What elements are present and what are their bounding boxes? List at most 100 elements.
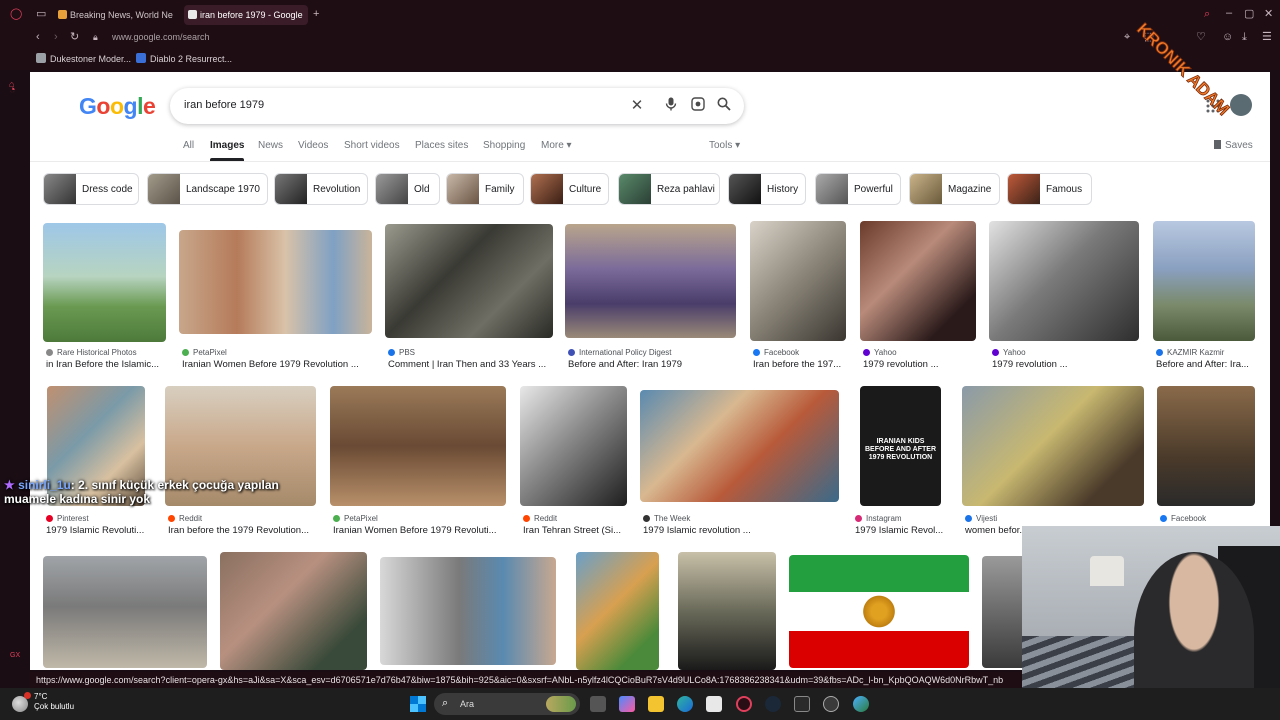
result-title[interactable]: Iranian Women Before 1979 Revoluti... — [333, 525, 506, 536]
chip-powerful[interactable]: Powerful — [815, 173, 901, 205]
edge-icon[interactable] — [677, 696, 693, 712]
tab-manager-icon[interactable]: ▭ — [36, 8, 46, 20]
google-favicon-icon — [188, 10, 197, 19]
result-title[interactable]: 1979 revolution ... — [863, 359, 976, 370]
chip-famous[interactable]: Famous — [1007, 173, 1092, 205]
chip-thumbnail — [531, 174, 563, 204]
obs-icon[interactable] — [823, 696, 839, 712]
tab-news[interactable]: News — [258, 140, 283, 151]
task-view-icon[interactable] — [590, 696, 606, 712]
image-result[interactable] — [989, 221, 1139, 341]
image-result[interactable] — [520, 386, 627, 506]
clear-icon[interactable]: ✕ — [628, 97, 646, 115]
chip-culture[interactable]: Culture — [530, 173, 609, 205]
tab-images[interactable]: Images — [210, 140, 245, 161]
image-result[interactable] — [1153, 221, 1255, 341]
file-explorer-icon[interactable] — [648, 696, 664, 712]
image-result[interactable] — [860, 221, 976, 341]
facebook-icon — [753, 349, 760, 356]
image-result[interactable] — [640, 390, 839, 502]
steam-icon[interactable] — [765, 696, 781, 712]
tab-shopping[interactable]: Shopping — [483, 140, 525, 151]
chip-family[interactable]: Family — [446, 173, 524, 205]
globe-app-icon[interactable] — [853, 696, 869, 712]
microphone-icon[interactable] — [662, 97, 680, 115]
chip-old[interactable]: Old — [375, 173, 440, 205]
source-label: PBS — [399, 348, 416, 357]
opera-logo-icon[interactable]: ◯ — [10, 8, 22, 20]
tab-news[interactable]: Breaking News, World Ne — [54, 5, 176, 25]
chip-revolution[interactable]: Revolution — [274, 173, 368, 205]
browser-sidebar: ◔ ⌂ GX — [0, 70, 30, 690]
tab-places-sites[interactable]: Places sites — [415, 140, 468, 151]
tools-button[interactable]: Tools ▾ — [709, 140, 740, 151]
result-title[interactable]: Before and After: Iran 1979 — [568, 359, 736, 370]
reload-icon[interactable]: ↻ — [70, 31, 79, 43]
opera-gx-icon[interactable] — [736, 696, 752, 712]
lion-and-sun-emblem — [859, 595, 899, 628]
image-result[interactable] — [43, 556, 207, 668]
epic-games-icon[interactable] — [794, 696, 810, 712]
result-title[interactable]: 1979 Islamic Revoluti... — [46, 525, 145, 536]
chip-reza-pahlavi[interactable]: Reza pahlavi — [618, 173, 720, 205]
lens-camera-icon[interactable] — [689, 97, 707, 115]
search-box[interactable]: iran before 1979 ✕ — [170, 88, 744, 124]
copilot-icon[interactable] — [619, 696, 635, 712]
result-title[interactable]: 1979 Islamic revolution ... — [643, 525, 839, 536]
result-title[interactable]: Iran before the 1979 Revolution... — [168, 525, 316, 536]
chip-label: Family — [485, 184, 515, 195]
star-icon: ★ — [4, 478, 19, 492]
weather-widget[interactable]: 7°C Çok bulutlu — [34, 692, 74, 712]
bookmark-dukestoner[interactable]: Dukestoner Moder... — [36, 53, 131, 64]
url-field[interactable]: www.google.com/search — [112, 32, 210, 42]
source-label: Yahoo — [874, 348, 897, 357]
tab-google-search[interactable]: iran before 1979 - Google — [184, 5, 308, 25]
image-result[interactable]: IRANIAN KIDS BEFORE AND AFTER 1979 REVOL… — [860, 386, 941, 506]
gx-control-icon[interactable]: ⌂ — [9, 78, 14, 90]
result-title[interactable]: Iranian Women Before 1979 Revolution ... — [182, 359, 372, 370]
taskbar-search[interactable]: ⌕ Ara — [434, 693, 580, 715]
chip-landscape-1970[interactable]: Landscape 1970 — [147, 173, 268, 205]
image-result[interactable] — [576, 552, 659, 670]
store-icon[interactable] — [706, 696, 722, 712]
chip-history[interactable]: History — [728, 173, 806, 205]
source-favicon-icon — [568, 349, 575, 356]
new-tab-icon[interactable]: + — [313, 8, 319, 20]
image-result[interactable] — [789, 555, 969, 668]
image-result[interactable] — [1157, 386, 1255, 506]
result-title[interactable]: Iran Tehran Street (Si... — [523, 525, 627, 536]
image-result[interactable] — [380, 557, 556, 665]
tab-all[interactable]: All — [183, 140, 194, 151]
forward-icon[interactable]: › — [54, 31, 58, 43]
result-title[interactable]: 1979 Islamic Revol... — [855, 525, 945, 536]
image-result[interactable] — [220, 552, 367, 670]
image-result[interactable] — [43, 223, 166, 342]
result-title[interactable]: Iran before the 197... — [753, 359, 846, 370]
result-title[interactable]: Before and After: Ira... — [1156, 359, 1255, 370]
tab-short-videos[interactable]: Short videos — [344, 140, 400, 151]
image-result[interactable] — [385, 224, 553, 338]
back-icon[interactable]: ‹ — [36, 31, 40, 43]
image-result[interactable] — [565, 224, 736, 338]
logo-letter: G — [79, 93, 97, 119]
source-favicon-icon — [965, 515, 972, 522]
flag-green-stripe — [789, 555, 969, 592]
image-result[interactable] — [179, 230, 372, 334]
tab-more[interactable]: More ▾ — [541, 140, 572, 151]
tab-videos[interactable]: Videos — [298, 140, 328, 151]
image-result[interactable] — [750, 221, 846, 341]
chip-dress-code[interactable]: Dress code — [43, 173, 139, 205]
chip-magazine[interactable]: Magazine — [909, 173, 1000, 205]
search-input[interactable]: iran before 1979 — [184, 99, 264, 111]
windows-start-icon[interactable] — [410, 696, 426, 712]
result-title[interactable]: Comment | Iran Then and 33 Years ... — [388, 359, 553, 370]
result-title[interactable]: in Iran Before the Islamic... — [46, 359, 166, 370]
search-highlight-icon — [546, 696, 576, 712]
image-result[interactable] — [678, 552, 776, 670]
image-result[interactable] — [962, 386, 1144, 506]
chip-thumbnail — [619, 174, 651, 204]
result-title[interactable]: 1979 revolution ... — [992, 359, 1139, 370]
search-icon[interactable] — [715, 97, 733, 115]
google-logo[interactable]: Google — [79, 93, 156, 120]
bookmark-diablo[interactable]: Diablo 2 Resurrect... — [136, 53, 232, 64]
